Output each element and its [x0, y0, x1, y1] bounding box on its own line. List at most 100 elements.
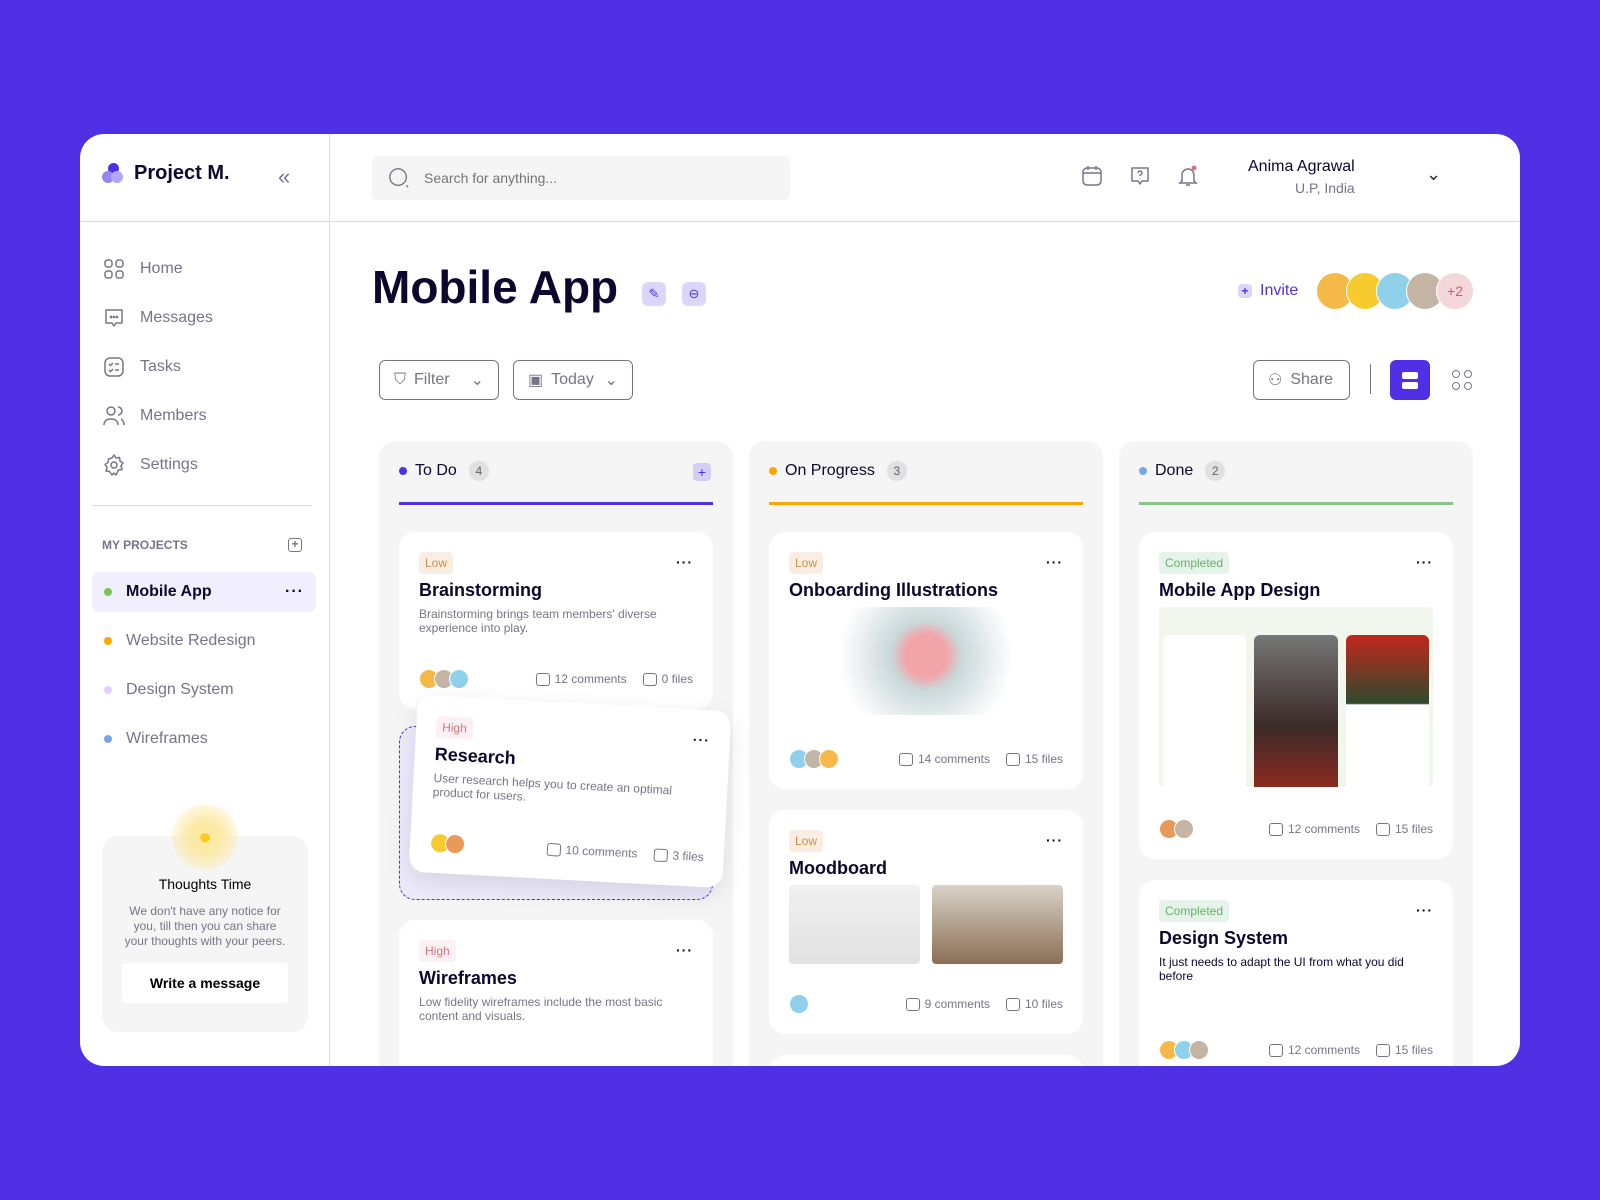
project-item-design-system[interactable]: Design System [92, 670, 316, 710]
link-icon[interactable]: ⊖ [682, 282, 706, 306]
filter-label: Filter [414, 371, 450, 388]
tasks-icon [104, 356, 124, 377]
write-message-button[interactable]: Write a message [122, 963, 288, 1003]
add-project-icon[interactable]: + [288, 538, 302, 552]
illustration-image [826, 607, 1026, 715]
sidebar-item-settings[interactable]: Settings [102, 440, 213, 489]
assignee-avatars [789, 994, 809, 1014]
member-avatars[interactable]: +2 [1316, 272, 1474, 310]
filter-icon: ⛉ [394, 371, 407, 388]
card-title: Mobile App Design [1159, 580, 1321, 600]
collapse-sidebar-icon[interactable]: « [278, 164, 290, 190]
task-card[interactable]: Low ··· Moodboard 9 comments 10 files [769, 810, 1083, 1034]
priority-tag: High [419, 940, 456, 962]
sidebar-item-tasks[interactable]: Tasks [102, 342, 213, 391]
comments-count[interactable]: 10 comments [546, 842, 638, 861]
task-card[interactable]: Completed ··· Mobile App Design 12 commen… [1139, 532, 1453, 859]
comments-count[interactable]: 12 comments [535, 672, 627, 686]
filter-button[interactable]: ⛉ Filter ⌄ [379, 360, 499, 400]
files-count[interactable]: 15 files [1375, 1043, 1433, 1057]
column-header: To Do 4 [399, 461, 489, 481]
grid-icon [104, 258, 124, 279]
card-footer: 9 comments 10 files [789, 994, 1063, 1014]
assignee-avatars [789, 749, 839, 769]
more-icon[interactable]: ··· [676, 942, 693, 958]
project-item-mobile-app[interactable]: Mobile App ··· [92, 572, 316, 612]
sidebar-item-messages[interactable]: Messages [102, 293, 213, 342]
add-task-icon[interactable]: + [693, 463, 711, 481]
column-done: Done 2 Completed ··· Mobile App Design 12 … [1119, 441, 1473, 1066]
edit-icon[interactable]: ✎ [642, 282, 666, 306]
comments-count[interactable]: 14 comments [898, 752, 990, 766]
project-dot [104, 588, 112, 596]
share-label: Share [1290, 371, 1334, 388]
grid-view-icon[interactable] [1452, 370, 1472, 390]
comment-icon [535, 672, 550, 686]
file-icon [1375, 822, 1390, 836]
help-icon[interactable] [1128, 164, 1152, 188]
project-label: Mobile App [126, 583, 212, 600]
assignee-avatars [419, 669, 469, 689]
column-underline [1139, 502, 1453, 505]
files-count[interactable]: 15 files [1375, 822, 1433, 836]
date-filter-button[interactable]: ▣ Today ⌄ [513, 360, 633, 400]
assignee-avatars [1159, 1040, 1209, 1060]
files-count[interactable]: 15 files [1005, 752, 1063, 766]
column-title: On Progress [785, 462, 875, 479]
search-input[interactable] [424, 170, 764, 186]
assignee-avatars [429, 832, 466, 855]
project-item-website-redesign[interactable]: Website Redesign [92, 621, 316, 661]
assignee-avatars [1159, 819, 1194, 839]
status-dot [769, 467, 777, 475]
sidebar-item-home[interactable]: Home [102, 244, 213, 293]
files-count[interactable]: 10 files [1005, 997, 1063, 1011]
project-item-wireframes[interactable]: Wireframes [92, 719, 316, 759]
top-header: Anima Agrawal U.P, India ⌄ [330, 134, 1520, 222]
column-header: On Progress 3 [769, 461, 907, 481]
files-count[interactable]: 3 files [653, 847, 704, 864]
project-more-icon[interactable]: ··· [285, 583, 304, 601]
column-header: Done 2 [1139, 461, 1226, 481]
card-title: Wireframes [419, 968, 517, 988]
share-button[interactable]: ⚇ Share [1253, 360, 1350, 400]
task-card[interactable]: High ··· Wireframes Low fidelity wirefram… [399, 920, 713, 1066]
task-card-dragging[interactable]: High ··· Research User research helps you… [408, 694, 732, 889]
notification-bell-icon[interactable] [1176, 164, 1200, 188]
project-list: Mobile App ··· Website Redesign Design Sy… [92, 572, 316, 768]
files-count[interactable]: 0 files [642, 672, 693, 686]
priority-tag: Low [789, 552, 824, 574]
thoughts-text: We don't have any notice for you, till t… [124, 904, 286, 948]
task-card[interactable]: Low ··· Onboarding Illustrations 14 comme… [769, 532, 1083, 789]
task-card[interactable] [769, 1055, 1083, 1066]
more-icon[interactable]: ··· [676, 554, 693, 570]
header-icons [1080, 164, 1200, 188]
more-icon[interactable]: ··· [692, 731, 710, 748]
comment-icon [898, 752, 913, 766]
comment-icon [905, 997, 920, 1011]
user-profile[interactable]: Anima Agrawal U.P, India [1248, 158, 1355, 196]
comments-count[interactable]: 12 comments [1268, 822, 1360, 836]
more-icon[interactable]: ··· [1416, 554, 1433, 570]
card-description: It just needs to adapt the UI from what … [1159, 955, 1404, 983]
more-icon[interactable]: ··· [1416, 902, 1433, 918]
calendar-icon[interactable] [1080, 164, 1104, 188]
comments-count[interactable]: 9 comments [905, 997, 990, 1011]
column-count: 2 [1205, 461, 1226, 481]
comments-count[interactable]: 12 comments [1268, 1043, 1360, 1057]
column-title: To Do [415, 462, 457, 479]
search-bar [372, 156, 790, 200]
board-view-button[interactable] [1390, 360, 1430, 400]
sidebar-item-members[interactable]: Members [102, 391, 213, 440]
user-location: U.P, India [1295, 180, 1355, 196]
priority-tag: High [435, 715, 474, 740]
task-card[interactable]: Low ··· Brainstorming Brainstorming bring… [399, 532, 713, 709]
user-name: Anima Agrawal [1248, 158, 1355, 175]
status-tag: Completed [1159, 552, 1230, 574]
page-title: Mobile App [372, 261, 619, 313]
task-card[interactable]: Completed ··· Design System It just needs… [1139, 880, 1453, 1066]
more-icon[interactable]: ··· [1046, 832, 1063, 848]
more-icon[interactable]: ··· [1046, 554, 1063, 570]
chevron-down-icon[interactable]: ⌄ [1426, 164, 1441, 185]
project-label: Website Redesign [126, 632, 256, 649]
invite-button[interactable]: + Invite [1238, 282, 1298, 300]
